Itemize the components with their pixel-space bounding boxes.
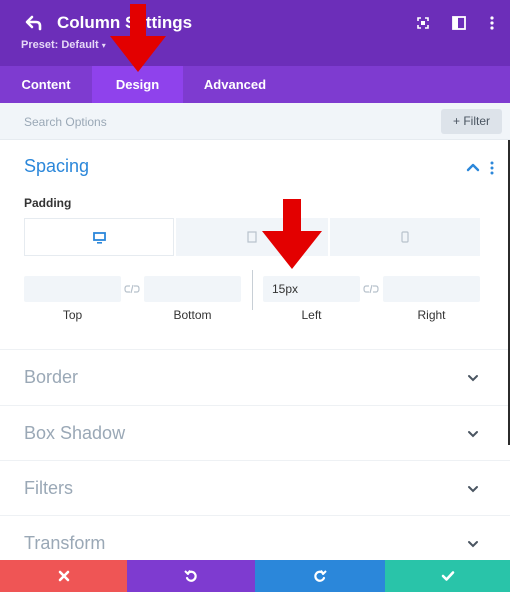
search-bar: Search Options + Filter: [0, 103, 510, 140]
padding-left-label: Left: [301, 308, 322, 322]
search-input[interactable]: Search Options: [24, 115, 107, 129]
padding-bottom-input[interactable]: [144, 276, 241, 302]
tablet-icon: [247, 231, 257, 243]
device-tabs: [24, 218, 480, 256]
spacing-section-title[interactable]: Spacing: [24, 156, 89, 177]
section-divider: [0, 349, 510, 350]
desktop-icon: [93, 232, 106, 244]
padding-right-label: Right: [417, 308, 446, 322]
padding-left-input[interactable]: 15px: [263, 276, 360, 302]
check-icon: [441, 571, 454, 581]
save-button[interactable]: [385, 560, 510, 592]
preset-dropdown[interactable]: Preset: Default ▾: [21, 39, 106, 51]
phone-tab[interactable]: [330, 218, 480, 256]
section-divider: [0, 515, 510, 516]
red-arrow-annotation: [262, 199, 322, 269]
link-icon[interactable]: [124, 284, 140, 294]
section-filters[interactable]: Filters: [24, 478, 73, 499]
padding-bottom-label: Bottom: [173, 308, 212, 322]
discard-button[interactable]: [0, 560, 127, 592]
link-icon[interactable]: [363, 284, 379, 294]
filter-button[interactable]: + Filter: [441, 109, 502, 134]
chevron-down-icon[interactable]: [467, 430, 479, 438]
fullscreen-icon[interactable]: [415, 15, 431, 31]
undo-button[interactable]: [127, 560, 255, 592]
tab-advanced[interactable]: Advanced: [183, 66, 287, 103]
back-arrow-icon[interactable]: [24, 13, 44, 33]
padding-top-label: Top: [62, 308, 83, 322]
section-box-shadow[interactable]: Box Shadow: [24, 423, 125, 444]
section-more-icon[interactable]: [489, 160, 495, 176]
field-separator: [252, 270, 253, 310]
phone-icon: [401, 231, 409, 243]
settings-tabs: Content Design Advanced: [0, 66, 510, 103]
chevron-down-icon[interactable]: [467, 485, 479, 493]
section-divider: [0, 460, 510, 461]
settings-header: Column Settings Preset: Default ▾: [0, 0, 510, 66]
preset-label: Preset: Default: [21, 39, 99, 51]
section-transform[interactable]: Transform: [24, 533, 105, 554]
redo-icon: [314, 570, 327, 582]
snap-sidebar-icon[interactable]: [451, 15, 467, 31]
padding-right-input[interactable]: [383, 276, 480, 302]
red-arrow-annotation: [110, 4, 166, 72]
undo-icon: [184, 570, 197, 582]
desktop-tab[interactable]: [24, 218, 174, 256]
chevron-down-icon: ▾: [101, 41, 106, 50]
more-options-icon[interactable]: [484, 15, 500, 31]
padding-top-input[interactable]: [24, 276, 121, 302]
close-icon: [58, 570, 69, 582]
padding-label: Padding: [24, 196, 72, 210]
chevron-up-icon[interactable]: [466, 161, 480, 173]
section-divider: [0, 405, 510, 406]
chevron-down-icon[interactable]: [467, 374, 479, 382]
chevron-down-icon[interactable]: [467, 540, 479, 548]
tab-content[interactable]: Content: [0, 66, 92, 103]
redo-button[interactable]: [255, 560, 385, 592]
section-border[interactable]: Border: [24, 367, 78, 388]
